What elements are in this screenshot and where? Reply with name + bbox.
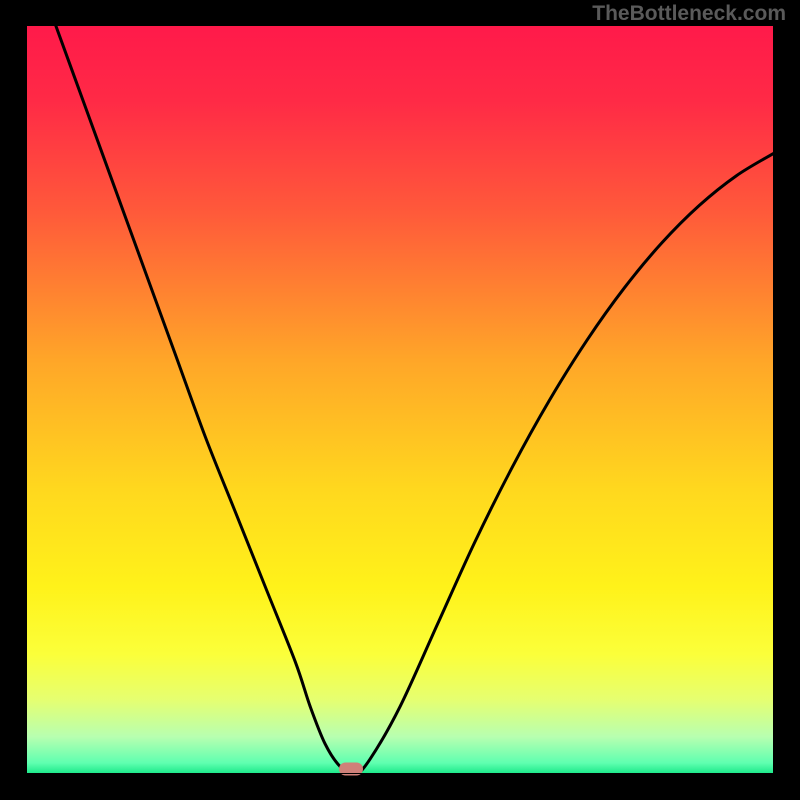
curve-svg <box>26 26 774 774</box>
plot-inner <box>26 26 774 774</box>
plot-area <box>26 26 774 774</box>
watermark-text: TheBottleneck.com <box>592 2 786 26</box>
optimal-point-marker <box>339 762 363 775</box>
bottleneck-curve <box>56 26 774 774</box>
